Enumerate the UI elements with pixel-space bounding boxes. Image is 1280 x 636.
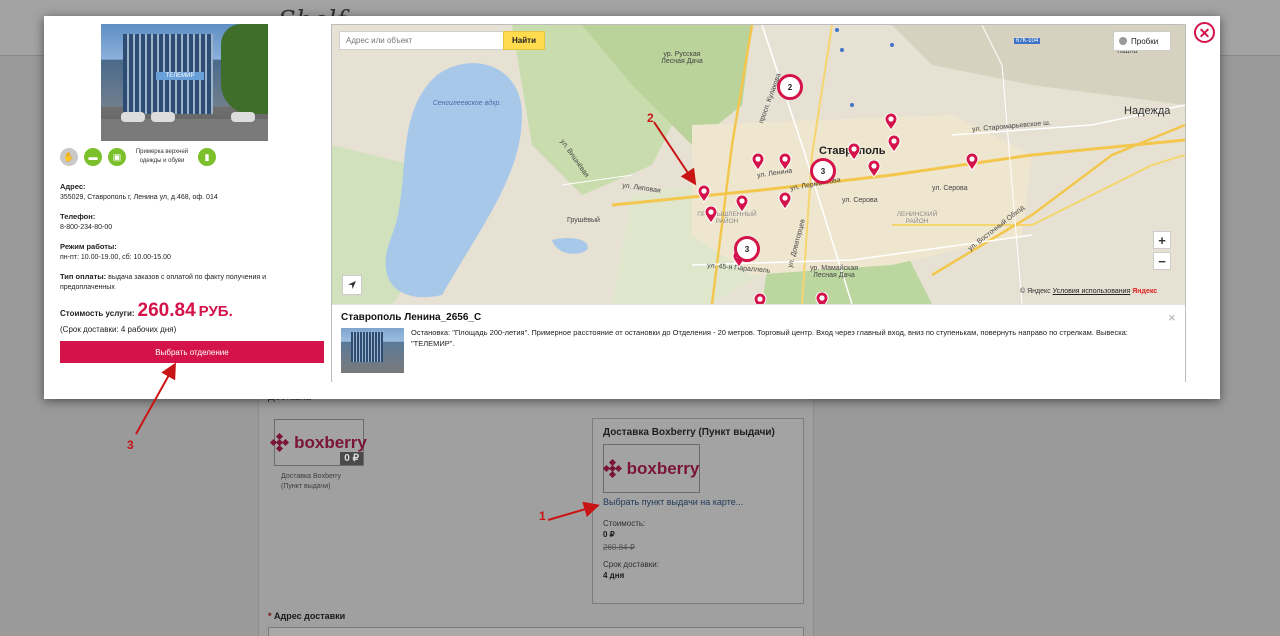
boxberry-dots-icon bbox=[270, 432, 290, 452]
choose-branch-button[interactable]: Выбрать отделение bbox=[60, 341, 324, 363]
map-label-promyshlenny: ПРОМЫШЛЕННЫЙ РАЙОН bbox=[697, 211, 757, 225]
address-input[interactable] bbox=[268, 627, 804, 636]
terms-link[interactable]: Условия использования bbox=[1053, 288, 1131, 295]
map-pin-icon[interactable] bbox=[965, 152, 979, 171]
price-badge: 0 ₽ bbox=[340, 452, 363, 465]
service-cost-value: 260.84 bbox=[137, 300, 196, 321]
map-label-serova: ул. Серова bbox=[842, 197, 878, 204]
map-pin-icon[interactable] bbox=[847, 142, 861, 161]
zoom-in-button[interactable]: + bbox=[1153, 231, 1171, 249]
popup-description: Остановка: "Площадь 200-летия". Примерно… bbox=[411, 328, 1128, 348]
map-frame: Сенгилеевское вдхр. ур. Русская Лесная Д… bbox=[331, 24, 1186, 382]
map-label-russkaya: ур. Русская Лесная Дача bbox=[661, 51, 703, 65]
popup-photo bbox=[341, 328, 404, 373]
walk-icon: ✋ bbox=[60, 148, 78, 166]
term-value: 4 дня bbox=[603, 571, 625, 580]
map-pin-icon[interactable] bbox=[778, 191, 792, 210]
geolocation-button[interactable] bbox=[342, 275, 362, 295]
map-label-grushevy: Грушёвый bbox=[567, 217, 600, 224]
annotation-1: 1 bbox=[539, 509, 546, 523]
traffic-light-icon bbox=[1119, 37, 1127, 45]
shirt-icon: ▮ bbox=[198, 148, 216, 166]
service-icons: ✋ ▬ ▣ Примерка верхней одежды и обуви ▮ bbox=[60, 148, 216, 166]
delivery-term: (Срок доставки: 4 рабочих дня) bbox=[60, 325, 177, 334]
delivery-card: Доставка Boxberry (Пункт выдачи) boxberr… bbox=[592, 418, 804, 604]
map-pin-icon[interactable] bbox=[697, 184, 711, 203]
map-label-mamayskaya: ур. Мамайская Лесная Дача bbox=[809, 265, 859, 279]
modal-close-button[interactable]: ✕ bbox=[1194, 22, 1215, 43]
map-pin-icon[interactable] bbox=[753, 292, 767, 304]
traffic-button[interactable]: Пробки bbox=[1113, 31, 1171, 51]
map-search-input[interactable] bbox=[339, 31, 503, 50]
wallet-icon: ▣ bbox=[108, 148, 126, 166]
pickup-info: Адрес: 355029, Ставрополь г, Ленина ул, д… bbox=[60, 182, 316, 302]
boxberry-logo: boxberry bbox=[270, 432, 367, 453]
option-caption: Доставка Boxberry (Пункт выдачи) bbox=[281, 473, 342, 490]
phone-value: 8-800-234-80-00 bbox=[60, 223, 113, 231]
map-search-button[interactable]: Найти bbox=[503, 31, 545, 50]
delivery-card-title: Доставка Boxberry (Пункт выдачи) bbox=[603, 427, 775, 438]
pickup-photo: ТЕЛЕМИР bbox=[101, 24, 268, 141]
pickup-details-panel: ТЕЛЕМИР ✋ ▬ ▣ Примерка верхней одежды и … bbox=[52, 16, 324, 399]
cost-label: Стоимость: bbox=[603, 519, 646, 528]
annotation-3: 3 bbox=[127, 438, 134, 452]
map-pin-icon[interactable] bbox=[778, 152, 792, 171]
fitting-text: Примерка верхней одежды и обуви bbox=[135, 149, 189, 164]
map-label-sengileev: Сенгилеевское вдхр. bbox=[432, 100, 502, 107]
pickup-popup: Ставрополь Ленина_2656_С × Остановка: "П… bbox=[332, 304, 1185, 382]
yandex-map[interactable]: Сенгилеевское вдхр. ур. Русская Лесная Д… bbox=[332, 25, 1185, 304]
annotation-2: 2 bbox=[647, 111, 654, 125]
map-pin-icon[interactable] bbox=[887, 134, 901, 153]
map-label-67k: 67К-104 bbox=[1014, 38, 1041, 44]
popup-close-icon[interactable]: × bbox=[1168, 310, 1176, 325]
popup-title: Ставрополь Ленина_2656_С bbox=[341, 312, 482, 323]
service-cost: Стоимость услуги: 260.84 РУБ. bbox=[60, 300, 233, 321]
map-pin-icon[interactable] bbox=[751, 152, 765, 171]
location-arrow-icon bbox=[348, 281, 356, 289]
map-pin-icon[interactable] bbox=[815, 291, 829, 304]
delivery-card-logo: boxberry bbox=[602, 444, 700, 493]
map-search: Найти bbox=[339, 31, 545, 50]
map-cluster[interactable]: 3 bbox=[734, 236, 760, 262]
choose-pickup-link[interactable]: Выбрать пункт выдачи на карте... bbox=[603, 497, 793, 507]
map-pin-icon[interactable] bbox=[735, 194, 749, 213]
map-pin-icon[interactable] bbox=[884, 112, 898, 131]
address-value: 355029, Ставрополь г, Ленина ул, д.468, … bbox=[60, 193, 218, 201]
cost-value: 0 ₽ bbox=[603, 530, 615, 539]
map-label-nadezhda: Надежда bbox=[1124, 105, 1171, 117]
yandex-logo: Яндекс bbox=[1132, 288, 1158, 295]
boxberry-option-card[interactable]: boxberry 0 ₽ bbox=[270, 419, 367, 466]
map-pin-icon[interactable] bbox=[867, 159, 881, 178]
boxberry-dots-icon bbox=[602, 458, 622, 478]
card-icon: ▬ bbox=[84, 148, 102, 166]
term-label: Срок доставки: bbox=[603, 560, 659, 569]
map-label-serova-2: ул. Серова bbox=[932, 185, 968, 192]
address-label: * Адрес доставки bbox=[268, 611, 346, 621]
map-cluster[interactable]: 3 bbox=[810, 158, 836, 184]
pickup-point-modal: ТЕЛЕМИР ✋ ▬ ▣ Примерка верхней одежды и … bbox=[44, 16, 1220, 399]
hours-value: пн-пт: 10.00-19.00, сб: 10.00-15.00 bbox=[60, 253, 171, 261]
map-cluster[interactable]: 2 bbox=[777, 74, 803, 100]
map-copyright: © Яндекс Условия использования Яндекс bbox=[1020, 288, 1158, 295]
cost-old-value: 260.84 ₽ bbox=[603, 543, 635, 552]
zoom-out-button[interactable]: − bbox=[1153, 252, 1171, 270]
map-pin-icon[interactable] bbox=[704, 205, 718, 224]
map-label-leninsky: ЛЕНИНСКИЙ РАЙОН bbox=[896, 211, 938, 225]
